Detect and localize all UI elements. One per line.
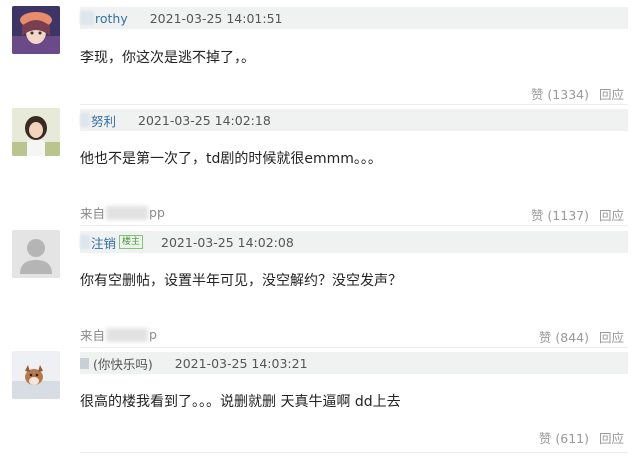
file-icon: [80, 357, 89, 369]
comment-actions: 赞 (611) 回应: [533, 428, 624, 447]
comment-actions: 赞 (1334) 回应: [525, 84, 624, 103]
comment-content: 很高的楼我看到了。。。说删就删 天真牛逼啊 dd上去: [80, 394, 401, 410]
like-button[interactable]: 赞 (611): [539, 431, 589, 446]
reply-button[interactable]: 回应: [599, 431, 624, 446]
author-blur: [80, 235, 90, 249]
reply-button[interactable]: 回应: [599, 330, 624, 345]
comment-content: 他也不是第一次了，td剧的时候就很emmm。。。: [80, 151, 382, 167]
source-blur: [106, 327, 149, 342]
source-info: 来自 pp: [80, 203, 165, 222]
like-button[interactable]: 赞 (1334): [531, 87, 589, 102]
author-link[interactable]: (你快乐吗): [93, 354, 153, 373]
source-suffix: p: [149, 327, 157, 342]
avatar-dog-icon: [12, 351, 60, 399]
comment-actions: 赞 (1137) 回应: [525, 205, 624, 224]
comment-content: 你有空删帖，设置半年可见，没空解约？没空发声？: [80, 273, 402, 289]
avatar-anime-girl-icon: [12, 6, 60, 54]
source-prefix: 来自: [80, 206, 106, 221]
divider: [80, 347, 628, 348]
comment-content: 李现，你这次是逃不掉了，。: [80, 50, 255, 66]
divider: [80, 225, 628, 226]
avatar[interactable]: [12, 230, 60, 278]
comment-meta: 努利 2021-03-25 14:02:18: [80, 109, 628, 131]
source-blur: [106, 205, 149, 220]
timestamp: 2021-03-25 14:02:08: [161, 234, 294, 250]
source-info: 来自 p: [80, 325, 157, 344]
author-blur: [80, 11, 94, 25]
like-button[interactable]: 赞 (1137): [531, 208, 589, 223]
source-suffix: pp: [149, 205, 165, 220]
avatar-default-person-icon: [12, 230, 60, 278]
source-prefix: 来自: [80, 328, 106, 343]
comment-meta: 注销 楼主 2021-03-25 14:02:08: [80, 231, 628, 253]
reply-button[interactable]: 回应: [599, 87, 624, 102]
op-badge: 楼主: [119, 235, 144, 249]
author-blur: [80, 113, 90, 127]
reply-button[interactable]: 回应: [599, 208, 624, 223]
comment-actions: 赞 (844) 回应: [533, 327, 624, 346]
comment-meta: rothy 2021-03-25 14:01:51: [80, 7, 628, 29]
avatar-photo-girl-icon: [12, 108, 60, 156]
avatar[interactable]: [12, 6, 60, 54]
timestamp: 2021-03-25 14:02:18: [138, 112, 271, 128]
author-link[interactable]: 注销: [91, 233, 116, 252]
avatar[interactable]: [12, 108, 60, 156]
avatar[interactable]: [12, 351, 60, 399]
like-button[interactable]: 赞 (844): [539, 330, 589, 345]
timestamp: 2021-03-25 14:03:21: [174, 355, 308, 371]
comment-meta: (你快乐吗) 2021-03-25 14:03:21: [80, 352, 628, 374]
divider: [80, 104, 628, 105]
author-link[interactable]: rothy: [95, 11, 128, 26]
timestamp: 2021-03-25 14:01:51: [149, 10, 283, 26]
divider: [80, 452, 628, 453]
author-link[interactable]: 努利: [91, 111, 116, 130]
